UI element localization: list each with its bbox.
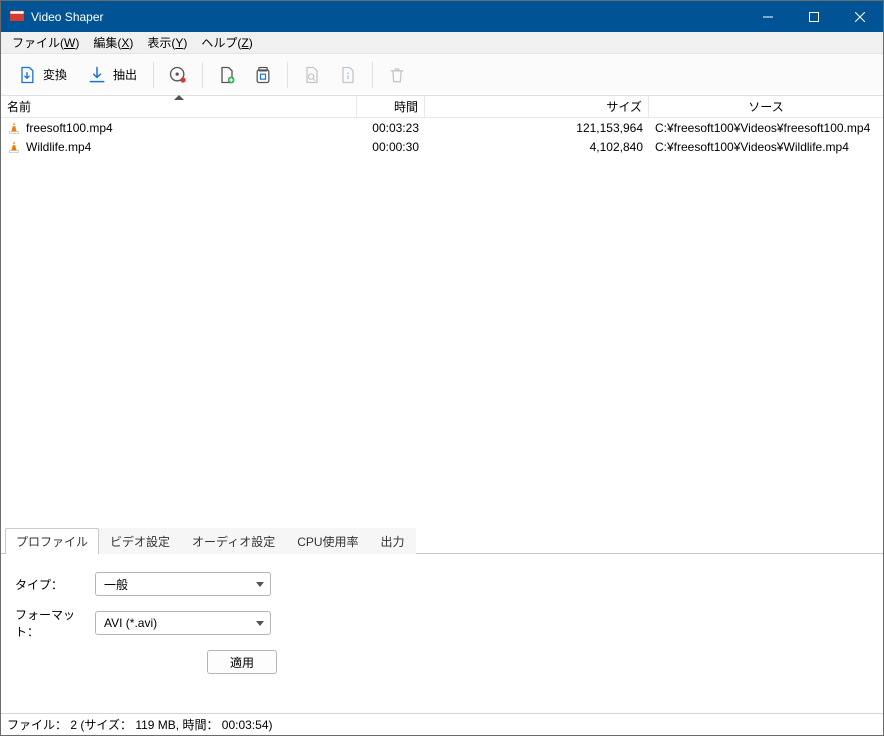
menu-file[interactable]: ファイル(W) bbox=[5, 32, 86, 53]
convert-icon bbox=[17, 65, 37, 85]
table-row[interactable]: freesoft100.mp4 00:03:23 121,153,964 C:¥… bbox=[1, 118, 883, 137]
format-value: AVI (*.avi) bbox=[104, 616, 157, 630]
type-combobox[interactable]: 一般 bbox=[95, 572, 271, 596]
column-size[interactable]: サイズ bbox=[425, 96, 649, 117]
format-label: フォーマット： bbox=[15, 606, 95, 640]
tab-output[interactable]: 出力 bbox=[370, 528, 416, 554]
file-name: freesoft100.mp4 bbox=[26, 121, 113, 135]
window-title: Video Shaper bbox=[31, 10, 104, 24]
minimize-button[interactable] bbox=[745, 1, 791, 32]
column-time[interactable]: 時間 bbox=[357, 96, 425, 117]
status-bar: ファイル： 2 (サイズ： 119 MB, 時間： 00:03:54) bbox=[1, 713, 883, 735]
sort-ascending-icon bbox=[174, 95, 184, 100]
status-text: ファイル： 2 (サイズ： 119 MB, 時間： 00:03:54) bbox=[7, 716, 273, 733]
disc-icon bbox=[168, 65, 188, 85]
file-time: 00:03:23 bbox=[357, 121, 425, 135]
chevron-down-icon bbox=[256, 621, 264, 626]
tab-video[interactable]: ビデオ設定 bbox=[99, 528, 181, 554]
profile-panel: タイプ： 一般 フォーマット： AVI (*.avi) 適用 bbox=[1, 553, 883, 713]
list-header: 名前 時間 サイズ ソース bbox=[1, 96, 883, 118]
tab-cpu[interactable]: CPU使用率 bbox=[286, 528, 369, 554]
disc-button[interactable] bbox=[160, 61, 196, 89]
copy-button[interactable] bbox=[245, 61, 281, 89]
extract-icon bbox=[87, 65, 107, 85]
title-bar: Video Shaper bbox=[1, 1, 883, 32]
add-file-icon bbox=[217, 65, 237, 85]
extract-label: 抽出 bbox=[113, 66, 137, 83]
file-size: 4,102,840 bbox=[425, 140, 649, 154]
menu-help[interactable]: ヘルプ(Z) bbox=[194, 32, 259, 53]
delete-button[interactable] bbox=[379, 61, 415, 89]
column-name[interactable]: 名前 bbox=[1, 96, 357, 117]
preview-icon bbox=[302, 65, 322, 85]
settings-tabs: プロファイル ビデオ設定 オーディオ設定 CPU使用率 出力 bbox=[1, 528, 883, 554]
app-icon bbox=[9, 9, 25, 25]
convert-button[interactable]: 変換 bbox=[7, 61, 77, 89]
trash-icon bbox=[387, 65, 407, 85]
file-name: Wildlife.mp4 bbox=[26, 140, 91, 154]
extract-button[interactable]: 抽出 bbox=[77, 61, 147, 89]
close-button[interactable] bbox=[837, 1, 883, 32]
file-size: 121,153,964 bbox=[425, 121, 649, 135]
menu-bar: ファイル(W) 編集(X) 表示(Y) ヘルプ(Z) bbox=[1, 32, 883, 54]
type-label: タイプ： bbox=[15, 576, 95, 593]
column-source[interactable]: ソース bbox=[649, 96, 883, 117]
type-value: 一般 bbox=[104, 576, 128, 593]
format-combobox[interactable]: AVI (*.avi) bbox=[95, 611, 271, 635]
tab-profile[interactable]: プロファイル bbox=[5, 528, 99, 554]
table-row[interactable]: Wildlife.mp4 00:00:30 4,102,840 C:¥frees… bbox=[1, 137, 883, 156]
info-button[interactable] bbox=[330, 61, 366, 89]
video-file-icon bbox=[7, 140, 21, 154]
apply-button[interactable]: 適用 bbox=[207, 650, 277, 674]
menu-edit[interactable]: 編集(X) bbox=[86, 32, 140, 53]
copy-icon bbox=[253, 65, 273, 85]
info-icon bbox=[338, 65, 358, 85]
video-file-icon bbox=[7, 121, 21, 135]
chevron-down-icon bbox=[256, 582, 264, 587]
file-source: C:¥freesoft100¥Videos¥Wildlife.mp4 bbox=[649, 140, 883, 154]
menu-view[interactable]: 表示(Y) bbox=[140, 32, 194, 53]
file-list: freesoft100.mp4 00:03:23 121,153,964 C:¥… bbox=[1, 118, 883, 156]
tab-audio[interactable]: オーディオ設定 bbox=[181, 528, 286, 554]
file-source: C:¥freesoft100¥Videos¥freesoft100.mp4 bbox=[649, 121, 883, 135]
convert-label: 変換 bbox=[43, 66, 67, 83]
preview-button[interactable] bbox=[294, 61, 330, 89]
add-file-button[interactable] bbox=[209, 61, 245, 89]
maximize-button[interactable] bbox=[791, 1, 837, 32]
file-time: 00:00:30 bbox=[357, 140, 425, 154]
toolbar: 変換 抽出 bbox=[1, 54, 883, 96]
